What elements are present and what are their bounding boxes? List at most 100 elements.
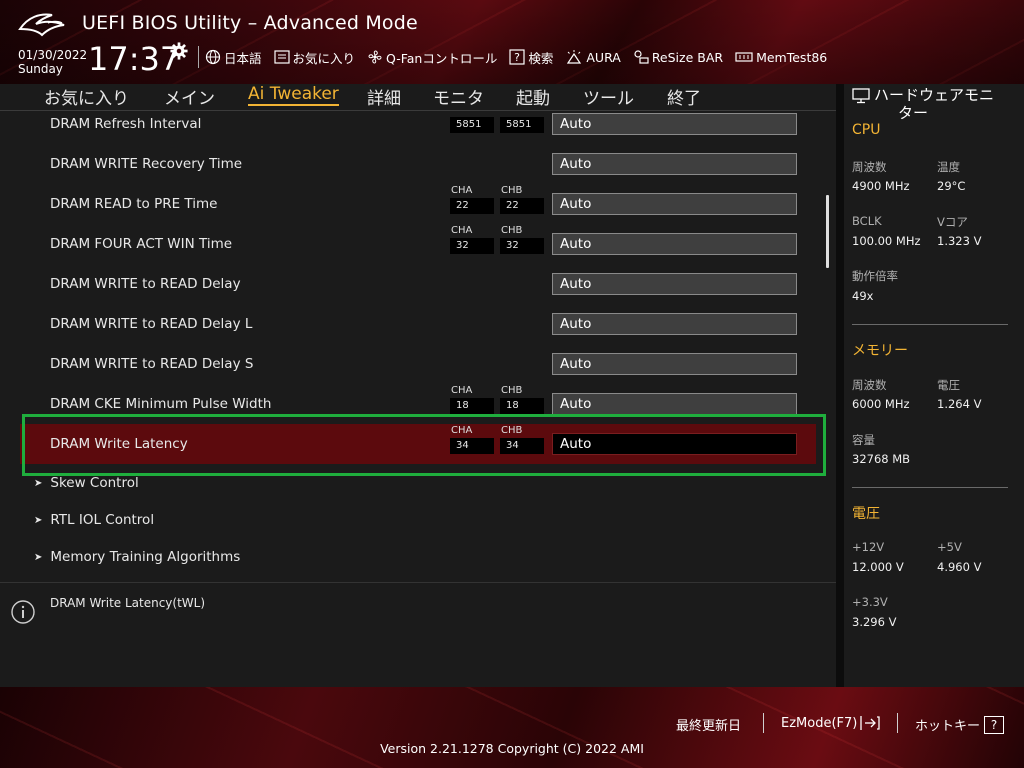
memtest-label: MemTest86 xyxy=(756,49,828,65)
version-text: Version 2.21.1278 Copyright (C) 2022 AMI xyxy=(380,741,644,756)
svg-text:?: ? xyxy=(514,51,520,64)
cpu-temp-value: 29°C xyxy=(937,179,966,193)
language-label: 日本語 xyxy=(224,50,262,66)
ratio-label: 動作倍率 xyxy=(852,269,898,283)
scrollbar[interactable] xyxy=(826,195,829,268)
panel-divider xyxy=(836,84,844,687)
chb-value: 22 xyxy=(500,198,544,214)
setting-row-write-to-read-l[interactable]: DRAM WRITE to READ Delay L Auto xyxy=(20,304,816,344)
v12-value: 12.000 V xyxy=(852,560,904,574)
setting-label: DRAM CKE Minimum Pulse Width xyxy=(50,396,272,412)
setting-row-cke-min-pulse[interactable]: DRAM CKE Minimum Pulse Width CHA CHB 18 … xyxy=(20,384,816,417)
aura-button[interactable]: AURA xyxy=(565,49,621,65)
rog-logo-icon xyxy=(18,13,65,37)
search-label: 検索 xyxy=(528,50,554,66)
mem-volt-label: 電圧 xyxy=(937,378,960,392)
setting-value-field[interactable]: Auto xyxy=(552,193,797,215)
chb-value: 18 xyxy=(500,398,544,414)
setting-value-field[interactable]: Auto xyxy=(552,153,797,175)
setting-row-refresh-interval[interactable]: DRAM Refresh Interval 5851 5851 Auto xyxy=(20,104,816,144)
cha-label: CHA xyxy=(451,425,473,436)
chb-value: 32 xyxy=(500,238,544,254)
setting-label: DRAM FOUR ACT WIN Time xyxy=(50,236,233,252)
gear-icon[interactable] xyxy=(170,42,188,60)
tab-ai-tweaker[interactable]: Ai Tweaker xyxy=(248,84,339,106)
chb-label: CHB xyxy=(501,385,523,396)
chb-label: CHB xyxy=(501,225,523,236)
setting-row-write-latency[interactable]: DRAM Write Latency CHA CHB 34 34 Auto xyxy=(20,424,816,464)
setting-label: DRAM WRITE Recovery Time xyxy=(50,156,243,172)
cha-value: 34 xyxy=(450,438,494,454)
submenu-label: Memory Training Algorithms xyxy=(50,549,241,565)
setting-label: DRAM WRITE to READ Delay xyxy=(50,276,241,292)
chevron-right-icon: ➤ xyxy=(34,514,43,526)
cha-value: 22 xyxy=(450,198,494,214)
cha-value: 18 xyxy=(450,398,494,414)
help-key-icon: ? xyxy=(984,715,1005,734)
footer-divider xyxy=(763,713,764,733)
setting-label: DRAM WRITE to READ Delay L xyxy=(50,316,253,332)
header-bar: UEFI BIOS Utility – Advanced Mode 01/30/… xyxy=(0,0,1024,84)
date-display: 01/30/2022 Sunday xyxy=(18,48,87,76)
favorites-button[interactable]: お気に入り xyxy=(273,48,356,67)
hw-monitor-title-line2: ター xyxy=(898,104,929,122)
toolbar-divider xyxy=(198,46,199,68)
exit-arrow-icon xyxy=(860,716,881,730)
submenu-label: RTL IOL Control xyxy=(50,512,155,528)
last-modified-button[interactable]: 最終更新日 xyxy=(676,715,741,734)
setting-row-write-to-read-s[interactable]: DRAM WRITE to READ Delay S Auto xyxy=(20,344,816,384)
hotkeys-button[interactable]: ホットキー ? xyxy=(915,715,1005,734)
setting-label: DRAM Write Latency xyxy=(50,436,188,452)
date-text: 01/30/2022 xyxy=(18,48,88,62)
top-toolbar: 日本語 お気に入り Q-Fanコントロール ? 検索 AURA ReSize B… xyxy=(198,46,839,68)
setting-value-field[interactable]: Auto xyxy=(552,273,797,295)
bclk-value: 100.00 MHz xyxy=(852,234,921,248)
cha-label: CHA xyxy=(451,385,473,396)
setting-row-write-to-read[interactable]: DRAM WRITE to READ Delay Auto xyxy=(20,264,816,304)
chevron-right-icon: ➤ xyxy=(34,477,43,489)
setting-row-read-to-pre[interactable]: DRAM READ to PRE Time CHA CHB 22 22 Auto xyxy=(20,184,816,224)
setting-row-write-recovery[interactable]: DRAM WRITE Recovery Time Auto xyxy=(20,144,816,184)
submenu-rtl-iol-control[interactable]: ➤ RTL IOL Control xyxy=(34,512,154,528)
setting-label: DRAM READ to PRE Time xyxy=(50,196,218,212)
bclk-label: BCLK xyxy=(852,214,882,228)
ratio-value: 49x xyxy=(852,289,874,303)
mem-volt-value: 1.264 V xyxy=(937,397,982,411)
hardware-monitor-panel: ハードウェアモニ ター CPU 周波数 温度 4900 MHz 29°C BCL… xyxy=(844,84,1024,687)
qfan-button[interactable]: Q-Fanコントロール xyxy=(367,48,497,67)
submenu-skew-control[interactable]: ➤ Skew Control xyxy=(34,475,139,491)
setting-value-field[interactable]: Auto xyxy=(552,113,797,135)
memtest-button[interactable]: MemTest86 xyxy=(735,50,827,65)
app-title: UEFI BIOS Utility – Advanced Mode xyxy=(82,12,418,34)
section-divider xyxy=(852,324,1008,325)
main-panel: お気に入り メイン Ai Tweaker 詳細 モニタ 起動 ツール 終了 DR… xyxy=(0,84,836,577)
help-box-icon: ? xyxy=(509,49,525,65)
resizebar-button[interactable]: ReSize BAR xyxy=(633,49,723,65)
submenu-label: Skew Control xyxy=(50,475,139,491)
setting-value-field[interactable]: Auto xyxy=(552,353,797,375)
resizebar-label: ReSize BAR xyxy=(651,49,724,65)
favorites-label: お気に入り xyxy=(292,50,356,66)
globe-icon xyxy=(205,49,221,65)
v5-label: +5V xyxy=(937,540,962,554)
cpu-freq-label: 周波数 xyxy=(852,160,887,174)
weekday-text: Sunday xyxy=(18,62,63,76)
ezmode-button[interactable]: EzMode(F7) xyxy=(781,715,881,731)
cpu-section-title: CPU xyxy=(852,122,881,138)
setting-value-field[interactable]: Auto xyxy=(552,433,797,455)
footer-bar: 最終更新日 EzMode(F7) ホットキー ? Version 2.21.12… xyxy=(0,687,1024,768)
setting-row-four-act-win[interactable]: DRAM FOUR ACT WIN Time CHA CHB 32 32 Aut… xyxy=(20,224,816,264)
mem-cap-value: 32768 MB xyxy=(852,452,911,466)
submenu-memory-training[interactable]: ➤ Memory Training Algorithms xyxy=(34,549,240,565)
language-button[interactable]: 日本語 xyxy=(205,48,262,67)
cha-value: 5851 xyxy=(450,117,494,133)
chb-label: CHB xyxy=(501,425,523,436)
memory-icon xyxy=(735,52,753,62)
mem-freq-value: 6000 MHz xyxy=(852,397,910,411)
setting-value-field[interactable]: Auto xyxy=(552,313,797,335)
setting-value-field[interactable]: Auto xyxy=(552,233,797,255)
setting-label: DRAM Refresh Interval xyxy=(50,116,202,132)
hw-monitor-title: ハードウェアモニ ター xyxy=(852,86,1022,122)
setting-value-field[interactable]: Auto xyxy=(552,393,797,415)
search-button[interactable]: ? 検索 xyxy=(509,48,553,67)
